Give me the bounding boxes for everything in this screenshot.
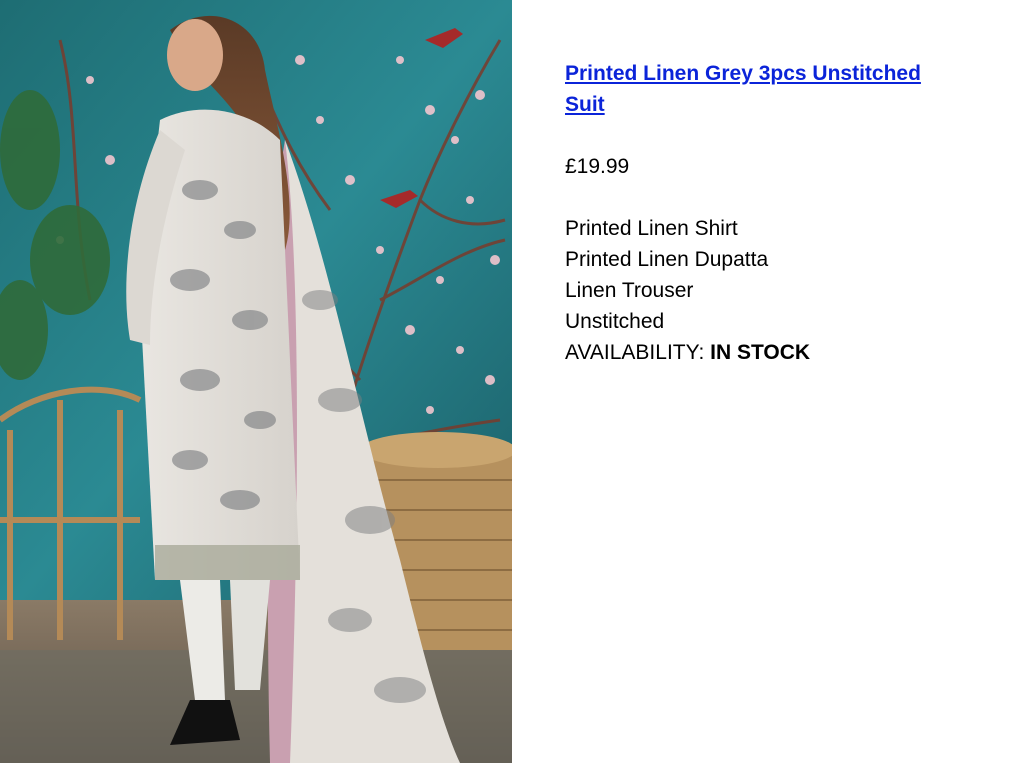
availability-label: AVAILABILITY: <box>565 341 705 364</box>
feature-item: Linen Trouser <box>565 279 694 302</box>
product-slide: Printed Linen Grey 3pcs Unstitched Suit … <box>0 0 1024 768</box>
product-title-link[interactable]: Printed Linen Grey 3pcs Unstitched Suit <box>565 58 945 120</box>
product-photo <box>0 0 512 763</box>
product-price: £19.99 <box>565 155 630 178</box>
feature-item: Unstitched <box>565 310 665 333</box>
feature-item: Printed Linen Shirt <box>565 217 738 240</box>
availability-status: IN STOCK <box>710 341 811 364</box>
feature-item: Printed Linen Dupatta <box>565 248 769 271</box>
product-info: Printed Linen Grey 3pcs Unstitched Suit … <box>565 58 985 368</box>
availability-line: AVAILABILITY: IN STOCK <box>565 337 985 368</box>
product-features: Printed Linen Shirt Printed Linen Dupatt… <box>565 213 985 368</box>
